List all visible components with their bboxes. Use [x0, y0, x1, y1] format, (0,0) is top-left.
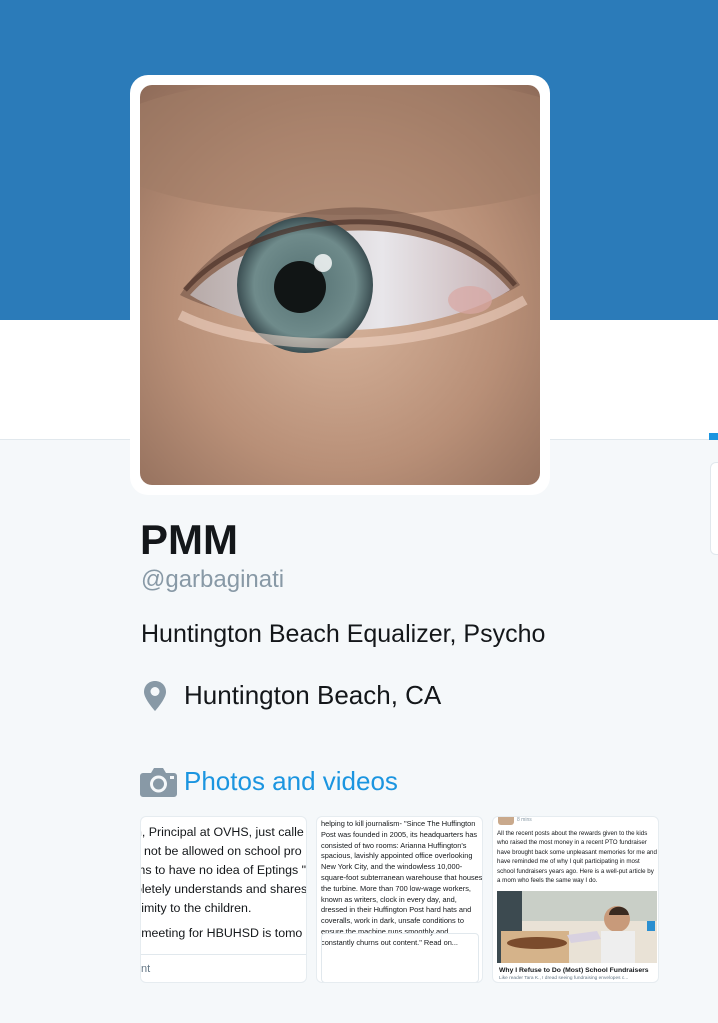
- photos-and-videos-link[interactable]: Photos and videos: [184, 766, 398, 797]
- text-line: l meeting for HBUHSD is tomo: [140, 926, 303, 940]
- text-line: pletely understands and shares: [140, 882, 307, 896]
- camera-icon: [140, 768, 177, 797]
- article-photo: [497, 891, 657, 963]
- text-line: n, Principal at OVHS, just calle: [140, 825, 304, 839]
- text-line: ms to have no idea of Eptings ": [140, 863, 307, 877]
- avatar-eye-photo: [140, 85, 540, 485]
- media-thumbnail[interactable]: helping to kill journalism- "Since The H…: [316, 816, 483, 983]
- profile-handle[interactable]: @garbaginati: [141, 566, 284, 594]
- side-card-edge: [710, 462, 718, 555]
- map-pin-icon: [144, 681, 166, 711]
- thumbnail-text: helping to kill journalism- "Since The H…: [321, 819, 483, 947]
- link-card-placeholder: [321, 933, 479, 982]
- profile-location: Huntington Beach, CA: [184, 680, 442, 710]
- nav-active-indicator: [709, 433, 718, 440]
- profile-bio: Huntington Beach Equalizer, Psycho: [141, 620, 546, 648]
- text-line: ll not be allowed on school pro: [140, 844, 302, 858]
- article-subtitle: Like reader Tara K., I dread seeing fund…: [499, 976, 629, 981]
- article-title: Why I Refuse to Do (Most) School Fundrai…: [499, 967, 649, 974]
- thumbnail-text: n, Principal at OVHS, just calle ll not …: [140, 823, 307, 943]
- avatar[interactable]: [140, 85, 540, 485]
- thumbnail-text: All the recent posts about the rewards g…: [497, 830, 657, 885]
- post-timestamp: 8 mins: [517, 817, 532, 823]
- text-line: ximity to the children.: [140, 901, 252, 915]
- avatar: [498, 817, 514, 825]
- avatar-frame: [130, 75, 550, 495]
- thumbnail-footer: nt: [141, 954, 306, 982]
- media-thumbnail[interactable]: n, Principal at OVHS, just calle ll not …: [140, 816, 307, 983]
- profile-name[interactable]: PMM: [140, 516, 238, 564]
- media-thumbnail[interactable]: 8 mins All the recent posts about the re…: [492, 816, 659, 983]
